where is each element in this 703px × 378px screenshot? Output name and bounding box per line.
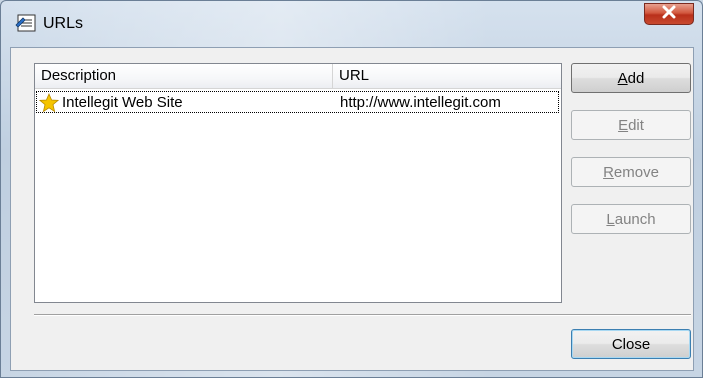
- column-header-description[interactable]: Description: [35, 64, 333, 88]
- edit-button-label: dit: [628, 116, 644, 134]
- add-button-mnemonic: A: [617, 69, 628, 87]
- remove-button-mnemonic: R: [603, 163, 614, 181]
- list-header: Description URL: [35, 64, 561, 89]
- row-url: http://www.intellegit.com: [340, 94, 501, 111]
- dialog-client-area: Description URL Intellegit Web Site http…: [10, 47, 694, 371]
- url-app-icon: [15, 13, 37, 33]
- star-icon: [38, 92, 60, 113]
- launch-button-label: aunch: [614, 210, 656, 228]
- column-header-url[interactable]: URL: [333, 64, 561, 88]
- add-button[interactable]: Add: [571, 63, 691, 93]
- window-title: URLs: [43, 15, 84, 32]
- edit-button-mnemonic: E: [618, 116, 629, 134]
- separator-line: [34, 314, 691, 316]
- list-item[interactable]: Intellegit Web Site http://www.intellegi…: [36, 91, 559, 113]
- close-window-button[interactable]: [644, 3, 694, 25]
- add-button-label: dd: [627, 69, 645, 87]
- launch-button[interactable]: Launch: [571, 204, 691, 234]
- dialog-window: URLs Description URL Intellegit Web Site…: [0, 0, 703, 378]
- launch-button-mnemonic: L: [606, 210, 615, 228]
- remove-button-label: emove: [613, 163, 659, 181]
- close-icon: [661, 5, 677, 23]
- title-bar[interactable]: URLs: [1, 1, 703, 47]
- edit-button[interactable]: Edit: [571, 110, 691, 140]
- close-button[interactable]: Close: [571, 329, 691, 359]
- url-list[interactable]: Description URL Intellegit Web Site http…: [34, 63, 562, 303]
- row-description: Intellegit Web Site: [62, 94, 183, 111]
- remove-button[interactable]: Remove: [571, 157, 691, 187]
